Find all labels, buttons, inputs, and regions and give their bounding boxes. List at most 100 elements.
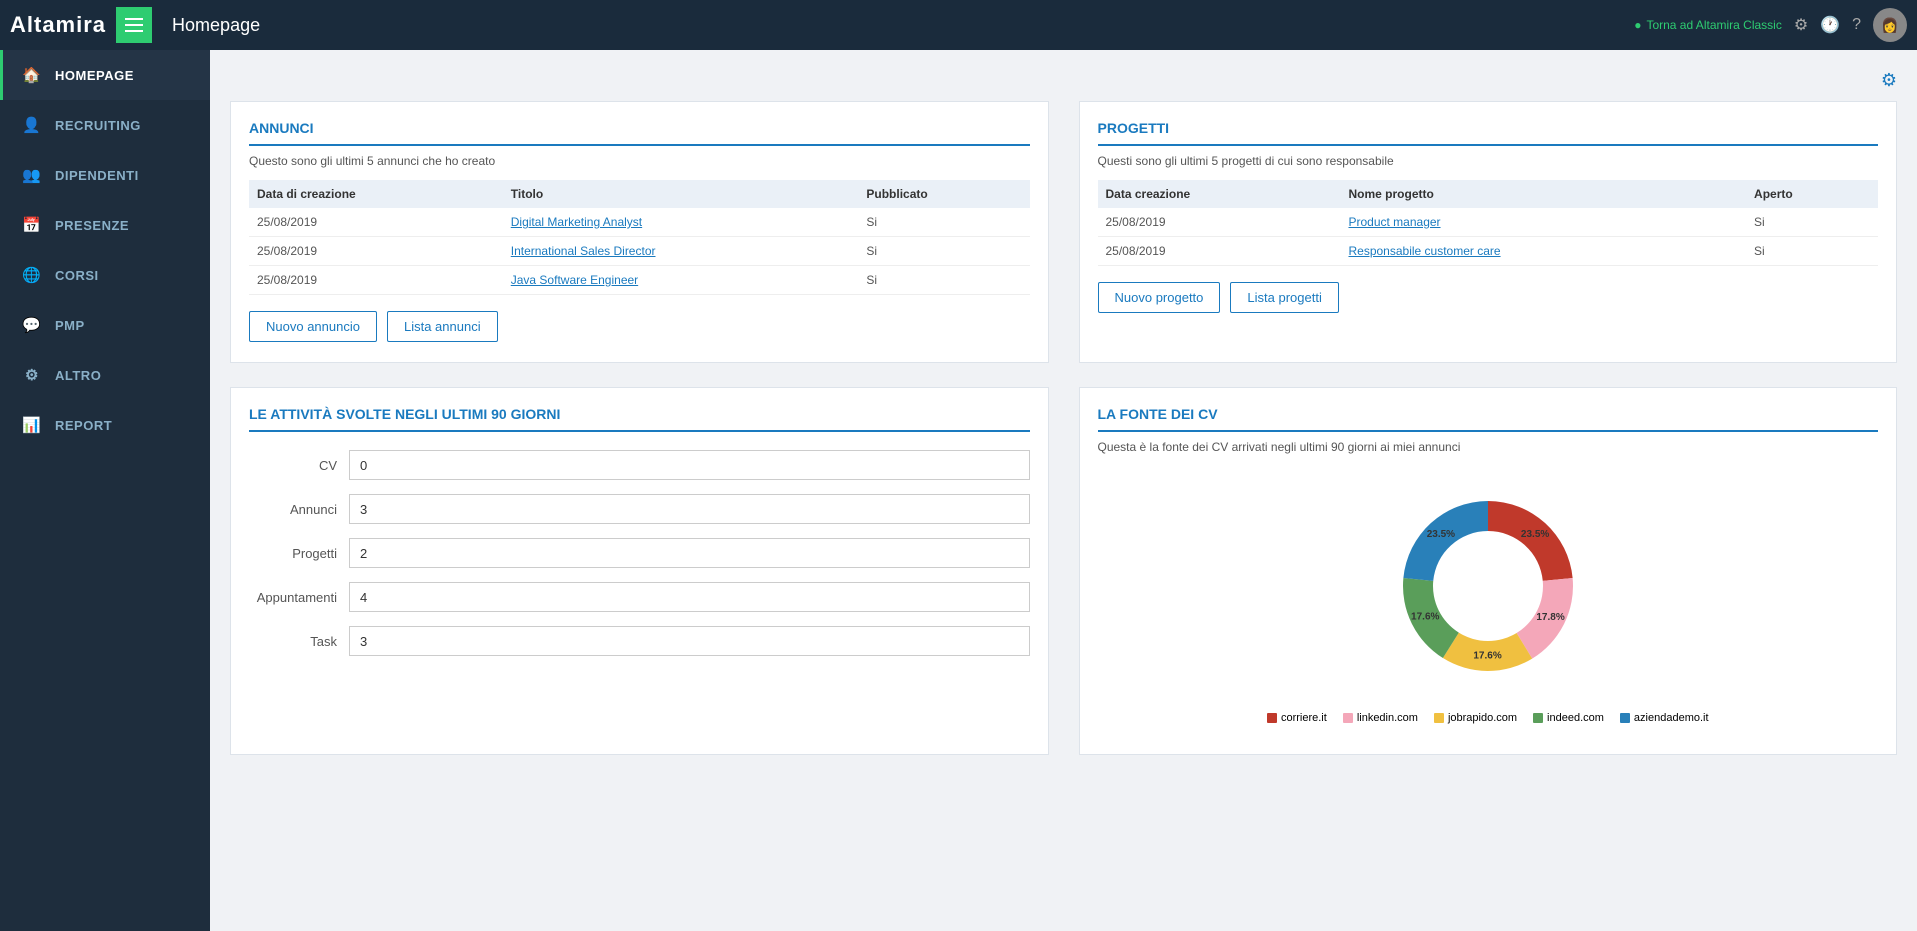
activity-input[interactable] <box>349 626 1030 656</box>
annunci-col-date: Data di creazione <box>249 180 503 208</box>
sidebar-item-dipendenti[interactable]: 👥 DIPENDENTI <box>0 150 210 200</box>
annunci-btn-row: Nuovo annuncio Lista annunci <box>249 311 1030 342</box>
activity-row: Progetti <box>249 538 1030 568</box>
chart-container: 23.5%17.8%17.6%17.6%23.5% corriere.it li… <box>1098 466 1879 734</box>
progetti-date: 25/08/2019 <box>1098 237 1341 266</box>
activity-row: Annunci <box>249 494 1030 524</box>
table-row: 25/08/2019 International Sales Director … <box>249 237 1030 266</box>
annunci-subtitle: Questo sono gli ultimi 5 annunci che ho … <box>249 154 1030 168</box>
avatar[interactable]: 👩 <box>1873 8 1907 42</box>
legend-item: corriere.it <box>1267 712 1327 724</box>
nuovo-annuncio-button[interactable]: Nuovo annuncio <box>249 311 377 342</box>
sidebar-item-pmp[interactable]: 💬 PMP <box>0 300 210 350</box>
progetti-link[interactable]: Product manager <box>1348 215 1440 229</box>
table-row: 25/08/2019 Java Software Engineer Si <box>249 266 1030 295</box>
legend-label: corriere.it <box>1281 712 1327 724</box>
sidebar-item-label: PMP <box>55 318 85 333</box>
activity-row: CV <box>249 450 1030 480</box>
legend-label: linkedin.com <box>1357 712 1418 724</box>
activity-row: Task <box>249 626 1030 656</box>
legend-item: aziendademo.it <box>1620 712 1709 724</box>
sidebar-item-recruiting[interactable]: 👤 RECRUITING <box>0 100 210 150</box>
activity-input[interactable] <box>349 450 1030 480</box>
sidebar: 🏠 HOMEPAGE 👤 RECRUITING 👥 DIPENDENTI 📅 P… <box>0 50 210 931</box>
topbar: Altamira Homepage Torna ad Altamira Clas… <box>0 0 1917 50</box>
nuovo-progetto-button[interactable]: Nuovo progetto <box>1098 282 1221 313</box>
settings-icon-top: ⚙ <box>230 70 1897 91</box>
annunci-title: ANNUNCI <box>249 120 1030 146</box>
table-row: 25/08/2019 Digital Marketing Analyst Si <box>249 208 1030 237</box>
legend-label: aziendademo.it <box>1634 712 1709 724</box>
menu-button[interactable] <box>116 7 152 43</box>
annunci-published: Si <box>858 208 1029 237</box>
progetti-date: 25/08/2019 <box>1098 208 1341 237</box>
annunci-published: Si <box>858 237 1029 266</box>
activity-label: Appuntamenti <box>249 590 349 605</box>
annunci-col-title: Titolo <box>503 180 859 208</box>
progetti-col-open: Aperto <box>1746 180 1878 208</box>
recruiting-icon: 👤 <box>21 114 43 136</box>
annunci-published: Si <box>858 266 1029 295</box>
fonte-cv-subtitle: Questa è la fonte dei CV arrivati negli … <box>1098 440 1879 454</box>
sidebar-item-report[interactable]: 📊 REPORT <box>0 400 210 450</box>
attivita-title: LE ATTIVITÀ SVOLTE NEGLI ULTIMI 90 GIORN… <box>249 406 1030 432</box>
sidebar-item-homepage[interactable]: 🏠 HOMEPAGE <box>0 50 210 100</box>
activity-input[interactable] <box>349 538 1030 568</box>
activity-input[interactable] <box>349 582 1030 612</box>
attivita-section: LE ATTIVITÀ SVOLTE NEGLI ULTIMI 90 GIORN… <box>230 387 1049 755</box>
donut-center <box>1448 546 1528 626</box>
sidebar-item-label: HOMEPAGE <box>55 68 134 83</box>
sidebar-item-presenze[interactable]: 📅 PRESENZE <box>0 200 210 250</box>
legend-dot <box>1533 713 1543 723</box>
activity-row: Appuntamenti <box>249 582 1030 612</box>
progetti-subtitle: Questi sono gli ultimi 5 progetti di cui… <box>1098 154 1879 168</box>
legend-item: jobrapido.com <box>1434 712 1517 724</box>
logo: Altamira <box>10 12 106 38</box>
topbar-right: Torna ad Altamira Classic ⚙ 🕐 ? 👩 <box>1634 8 1907 42</box>
legend-dot <box>1267 713 1277 723</box>
settings-icon[interactable]: ⚙ <box>1794 15 1808 35</box>
annunci-link[interactable]: Digital Marketing Analyst <box>511 215 642 229</box>
sidebar-item-label: RECRUITING <box>55 118 141 133</box>
sidebar-item-label: PRESENZE <box>55 218 129 233</box>
clock-icon[interactable]: 🕐 <box>1820 15 1840 35</box>
annunci-link[interactable]: Java Software Engineer <box>511 273 638 287</box>
page-title: Homepage <box>172 15 1634 36</box>
annunci-date: 25/08/2019 <box>249 237 503 266</box>
help-icon[interactable]: ? <box>1852 16 1861 34</box>
progetti-link[interactable]: Responsabile customer care <box>1348 244 1500 258</box>
chart-label: 17.8% <box>1536 612 1564 623</box>
lista-annunci-button[interactable]: Lista annunci <box>387 311 498 342</box>
legend-label: jobrapido.com <box>1448 712 1517 724</box>
altro-icon: ⚙ <box>21 364 43 386</box>
activity-input[interactable] <box>349 494 1030 524</box>
progetti-title: PROGETTI <box>1098 120 1879 146</box>
legend-dot <box>1434 713 1444 723</box>
annunci-link[interactable]: International Sales Director <box>511 244 656 258</box>
classic-link[interactable]: Torna ad Altamira Classic <box>1634 18 1782 32</box>
progetti-col-date: Data creazione <box>1098 180 1341 208</box>
table-row: 25/08/2019 Product manager Si <box>1098 208 1879 237</box>
annunci-section: ANNUNCI Questo sono gli ultimi 5 annunci… <box>230 101 1049 363</box>
page-settings-gear[interactable]: ⚙ <box>1881 70 1897 91</box>
chart-label: 17.6% <box>1411 612 1439 623</box>
annunci-date: 25/08/2019 <box>249 208 503 237</box>
report-icon: 📊 <box>21 414 43 436</box>
activity-label: CV <box>249 458 349 473</box>
two-col-grid: ANNUNCI Questo sono gli ultimi 5 annunci… <box>230 101 1897 779</box>
activity-label: Annunci <box>249 502 349 517</box>
donut-chart: 23.5%17.8%17.6%17.6%23.5% <box>1378 476 1598 696</box>
lista-progetti-button[interactable]: Lista progetti <box>1230 282 1338 313</box>
layout: 🏠 HOMEPAGE 👤 RECRUITING 👥 DIPENDENTI 📅 P… <box>0 50 1917 931</box>
legend-dot <box>1343 713 1353 723</box>
legend-label: indeed.com <box>1547 712 1604 724</box>
dipendenti-icon: 👥 <box>21 164 43 186</box>
sidebar-item-label: REPORT <box>55 418 112 433</box>
fonte-cv-title: LA FONTE DEI CV <box>1098 406 1879 432</box>
activity-label: Task <box>249 634 349 649</box>
legend-dot <box>1620 713 1630 723</box>
sidebar-item-altro[interactable]: ⚙ ALTRO <box>0 350 210 400</box>
progetti-btn-row: Nuovo progetto Lista progetti <box>1098 282 1879 313</box>
homepage-icon: 🏠 <box>21 64 43 86</box>
sidebar-item-corsi[interactable]: 🌐 CORSI <box>0 250 210 300</box>
